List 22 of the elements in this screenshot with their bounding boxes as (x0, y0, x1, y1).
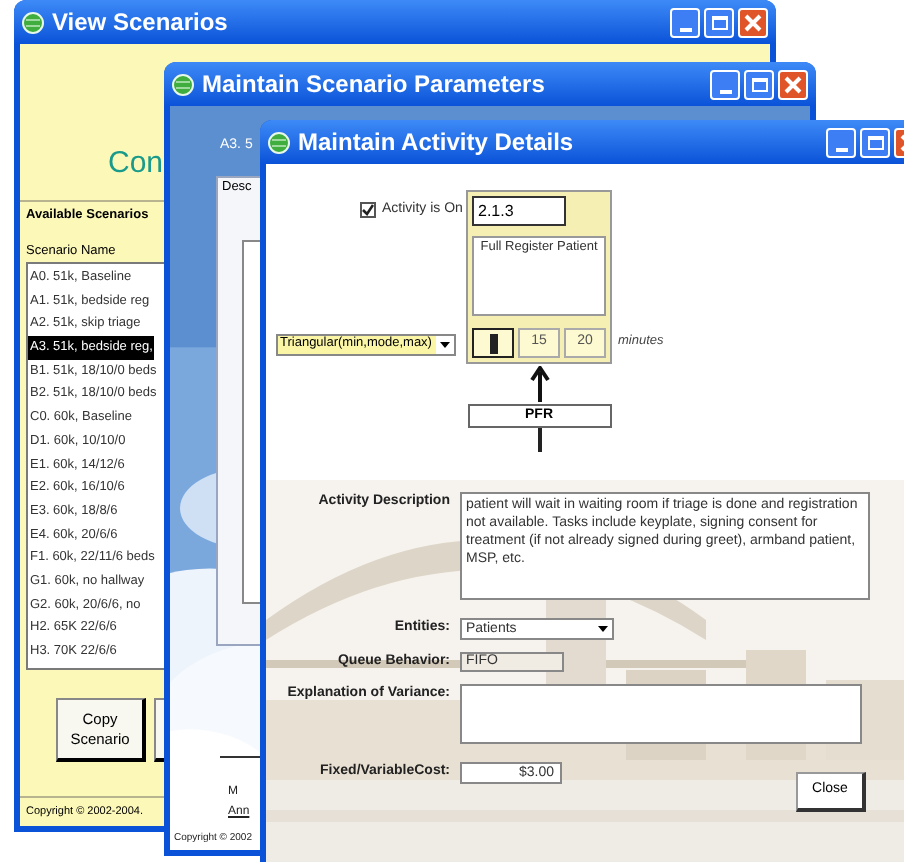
button-edge[interactable] (154, 698, 164, 762)
maximize-button[interactable] (704, 7, 734, 37)
heading: Con (108, 148, 164, 184)
close-icon (744, 13, 762, 31)
minimize-icon (719, 89, 731, 93)
minimize-icon (835, 147, 847, 151)
globe-icon (172, 73, 194, 95)
close-button[interactable] (738, 7, 768, 37)
maximize-icon (867, 135, 883, 149)
close-button[interactable] (778, 69, 808, 99)
maximize-button[interactable] (860, 127, 890, 157)
minimize-button[interactable] (670, 7, 700, 37)
minimize-icon (679, 27, 691, 31)
close-icon (784, 75, 802, 93)
globe-icon (22, 11, 44, 33)
maximize-icon (751, 77, 767, 91)
window-title: Maintain Scenario Parameters (202, 68, 545, 102)
window-title: View Scenarios (52, 6, 228, 40)
maximize-button[interactable] (744, 69, 774, 99)
maximize-icon (711, 15, 727, 29)
minimize-button[interactable] (710, 69, 740, 99)
minimize-button[interactable] (826, 127, 856, 157)
